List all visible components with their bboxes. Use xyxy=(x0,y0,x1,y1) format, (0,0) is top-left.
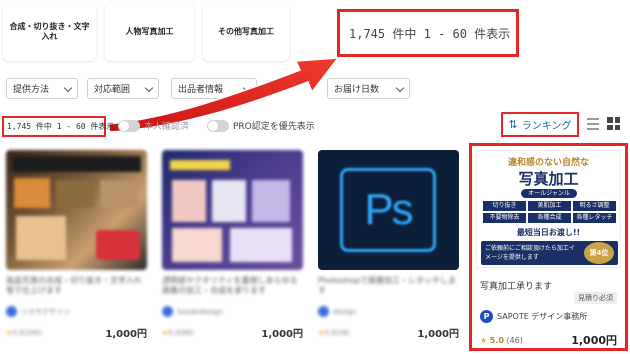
service-thumbnail: Ps xyxy=(318,150,459,270)
review-count: (88) xyxy=(179,328,194,337)
featured-service-card[interactable]: 違和感のない自然な 写真加工 オールジャンル 切り抜き 美肌加工 明るさ調整 不… xyxy=(469,143,628,351)
service-title: 商品写真の合成・切り抜き・文字入れ等で仕上げます xyxy=(6,276,142,296)
sort-label: ランキング xyxy=(521,121,572,132)
sort-ranking-button[interactable]: ⇅ ランキング xyxy=(501,112,579,137)
banner-title: 写真加工 xyxy=(518,170,579,188)
seller-info: design xyxy=(318,306,459,317)
banner-tag: 各種レタッチ xyxy=(573,213,616,223)
avatar xyxy=(318,306,329,317)
banner-consult-box: ご依頼前にご相談頂けたら加工イメージを提供します 第4位 xyxy=(481,241,618,265)
featured-seller: P SAPOTE デザイン事務所 xyxy=(480,310,587,323)
featured-tag: 見積り必須 xyxy=(574,292,617,304)
seller-name: design xyxy=(333,307,357,316)
rating-value: 5.0 xyxy=(324,328,336,337)
banner-tag: 各種合成 xyxy=(528,213,571,223)
banner-tag: 不要物除去 xyxy=(483,213,526,223)
service-card[interactable]: 透明感やクオリティを重視しあらゆる画像の加工・合成を承ります Sasakides… xyxy=(162,150,303,350)
featured-banner: 違和感のない自然な 写真加工 オールジャンル 切り抜き 美肌加工 明るさ調整 不… xyxy=(476,150,621,268)
rank-badge: 第4位 xyxy=(584,242,614,264)
banner-top-text: 違和感のない自然な xyxy=(507,158,589,168)
banner-tags: 切り抜き 美肌加工 明るさ調整 不要物除去 各種合成 各種レタッチ xyxy=(483,201,616,223)
pro-priority-toggle[interactable] xyxy=(207,120,229,132)
price: 1,000円 xyxy=(417,329,459,340)
review-count: (26) xyxy=(335,328,350,337)
banner-tag: 美肌加工 xyxy=(528,201,571,211)
result-count-text: 1,745 件中 1 - 60 件表示 xyxy=(7,122,115,131)
banner-consult-text: ご依頼前にご相談頂けたら加工イメージを提供します xyxy=(485,245,575,261)
featured-title: 写真加工承ります xyxy=(480,282,553,292)
service-title: Photoshopで画像加工・レタッチします xyxy=(318,276,457,296)
verified-toggle[interactable] xyxy=(118,120,140,132)
pro-priority-label: PRO認定を優先表示 xyxy=(233,122,315,132)
sort-icon: ⇅ xyxy=(508,118,518,131)
star-icon: ★ xyxy=(480,335,488,345)
rank-badge-text: 第4位 xyxy=(589,249,609,257)
grid-view-icon[interactable] xyxy=(607,117,620,130)
list-view-icon[interactable] xyxy=(587,118,599,130)
seller-info: ツカサデザイン xyxy=(6,306,147,317)
seller-name: ツカサデザイン xyxy=(21,307,70,316)
seller-info: Sasakidesign xyxy=(162,306,303,317)
service-thumbnail xyxy=(6,150,147,270)
result-count: 1,745 件中 1 - 60 件表示 xyxy=(2,116,114,137)
review-count: (295) xyxy=(23,328,43,337)
banner-tag: 明るさ調整 xyxy=(573,201,616,211)
verified-toggle-label: 本人確認済 xyxy=(144,122,190,132)
rating-value: 5.0 xyxy=(12,328,24,337)
rating: ★5.0(26) xyxy=(318,329,350,337)
rating: ★5.0(88) xyxy=(162,329,194,337)
rating: ★ 5.0 (46) xyxy=(480,336,523,345)
service-card[interactable]: 商品写真の合成・切り抜き・文字入れ等で仕上げます ツカサデザイン ★5.0(29… xyxy=(6,150,147,350)
service-thumbnail xyxy=(162,150,303,270)
rating-value: 5.0 xyxy=(168,328,180,337)
review-count: (46) xyxy=(506,335,523,345)
seller-name: Sasakidesign xyxy=(177,307,223,316)
photoshop-icon: Ps xyxy=(364,185,413,234)
seller-logo-icon: P xyxy=(480,310,493,323)
featured-price: 1,000円 xyxy=(571,334,617,347)
price: 1,000円 xyxy=(261,329,303,340)
service-title: 透明感やクオリティを重視しあらゆる画像の加工・合成を承ります xyxy=(162,276,298,296)
avatar xyxy=(162,306,173,317)
rating-value: 5.0 xyxy=(489,335,504,345)
service-card[interactable]: Ps Photoshopで画像加工・レタッチします design ★5.0(26… xyxy=(318,150,459,350)
price: 1,000円 xyxy=(105,329,147,340)
seller-name: SAPOTE デザイン事務所 xyxy=(497,312,588,321)
featured-footer: ★ 5.0 (46) 1,000円 xyxy=(480,332,617,348)
banner-tag: 切り抜き xyxy=(483,201,526,211)
rating: ★5.0(295) xyxy=(6,329,42,337)
avatar xyxy=(6,306,17,317)
banner-sub: オールジャンル xyxy=(521,189,577,198)
banner-delivery: 最短当日お渡し!! xyxy=(516,228,581,237)
